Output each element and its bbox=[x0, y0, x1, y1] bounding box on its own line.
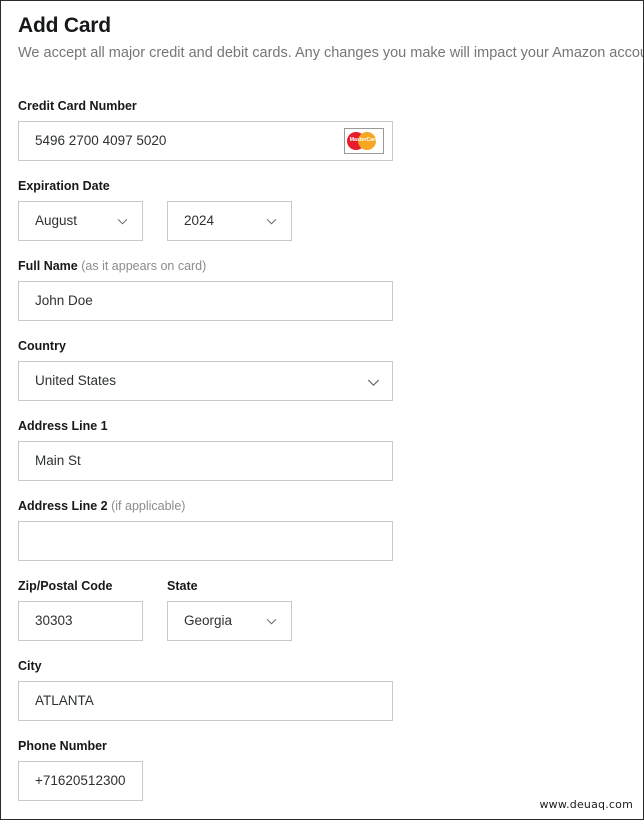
expiration-date-label: Expiration Date bbox=[18, 179, 110, 193]
address-line-1-label: Address Line 1 bbox=[18, 419, 108, 433]
phone-number-value: +71620512300 bbox=[35, 773, 126, 788]
field-state: State Georgia bbox=[167, 579, 292, 641]
country-value: United States bbox=[35, 373, 117, 388]
full-name-input[interactable]: John Doe bbox=[18, 281, 393, 321]
site-watermark: www.deuaq.com bbox=[539, 798, 633, 811]
field-city: City ATLANTA bbox=[18, 659, 393, 721]
state-label: State bbox=[167, 579, 198, 593]
full-name-value: John Doe bbox=[35, 293, 93, 308]
chevron-down-icon bbox=[266, 616, 277, 627]
mastercard-icon: MasterCard bbox=[344, 128, 384, 154]
address-line-2-label: Address Line 2 (if applicable) bbox=[18, 499, 393, 514]
address-line-2-hint: (if applicable) bbox=[111, 499, 186, 513]
zip-value: 30303 bbox=[35, 613, 73, 628]
page-header: Add Card We accept all major credit and … bbox=[18, 13, 644, 63]
credit-card-number-value: 5496 2700 4097 5020 bbox=[35, 133, 167, 148]
city-value: ATLANTA bbox=[35, 693, 94, 708]
zip-label: Zip/Postal Code bbox=[18, 579, 113, 593]
field-address-line-2: Address Line 2 (if applicable) bbox=[18, 499, 393, 561]
address-line-1-value: Main St bbox=[35, 453, 81, 468]
country-label: Country bbox=[18, 339, 66, 353]
field-country: Country United States bbox=[18, 339, 393, 401]
credit-card-number-input[interactable]: 5496 2700 4097 5020 MasterCard bbox=[18, 121, 393, 161]
expiration-year-select[interactable]: 2024 bbox=[167, 201, 292, 241]
city-input[interactable]: ATLANTA bbox=[18, 681, 393, 721]
expiration-month-value: August bbox=[35, 213, 78, 228]
phone-number-label: Phone Number bbox=[18, 739, 107, 753]
chevron-down-icon bbox=[367, 376, 379, 387]
field-credit-card-number: Credit Card Number 5496 2700 4097 5020 M… bbox=[18, 99, 393, 161]
address-line-1-input[interactable]: Main St bbox=[18, 441, 393, 481]
state-value: Georgia bbox=[184, 613, 233, 628]
field-full-name: Full Name (as it appears on card) John D… bbox=[18, 259, 393, 321]
add-card-page: Add Card We accept all major credit and … bbox=[0, 0, 644, 820]
field-phone-number: Phone Number +71620512300 bbox=[18, 739, 143, 801]
address-line-2-label-text: Address Line 2 bbox=[18, 499, 108, 513]
city-label: City bbox=[18, 659, 42, 673]
expiration-year-value: 2024 bbox=[184, 213, 215, 228]
state-select[interactable]: Georgia bbox=[167, 601, 292, 641]
chevron-down-icon bbox=[117, 216, 128, 227]
field-zip-state-row: Zip/Postal Code 30303 State Georgia bbox=[18, 579, 292, 641]
zip-input[interactable]: 30303 bbox=[18, 601, 143, 641]
page-title: Add Card bbox=[18, 14, 111, 37]
full-name-label-text: Full Name bbox=[18, 259, 78, 273]
page-subtitle: We accept all major credit and debit car… bbox=[18, 45, 644, 61]
chevron-down-icon bbox=[266, 216, 277, 227]
address-line-2-input[interactable] bbox=[18, 521, 393, 561]
field-expiration-date: Expiration Date August 2024 bbox=[18, 179, 292, 241]
field-zip: Zip/Postal Code 30303 bbox=[18, 579, 143, 641]
full-name-hint: (as it appears on card) bbox=[81, 259, 207, 273]
country-select[interactable]: United States bbox=[18, 361, 393, 401]
phone-number-input[interactable]: +71620512300 bbox=[18, 761, 143, 801]
field-address-line-1: Address Line 1 Main St bbox=[18, 419, 393, 481]
credit-card-number-label: Credit Card Number bbox=[18, 99, 137, 113]
mastercard-label: MasterCard bbox=[349, 137, 379, 143]
expiration-month-select[interactable]: August bbox=[18, 201, 143, 241]
full-name-label: Full Name (as it appears on card) bbox=[18, 259, 393, 274]
